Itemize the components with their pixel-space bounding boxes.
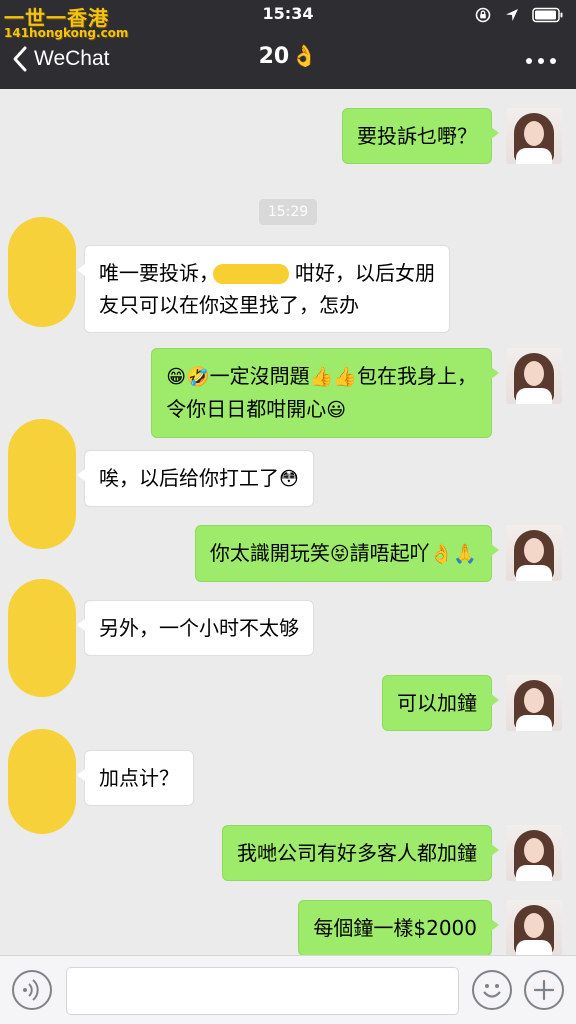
avatar-redacted[interactable] (8, 579, 76, 697)
message-line: 😁🤣一定沒問題👍👍包在我身上， (166, 360, 477, 393)
message-bubble-incoming[interactable]: 唉，以后给你打工了😳 (77, 450, 314, 507)
ok-hand-emoji: 👌 (291, 44, 318, 68)
more-button[interactable] (524, 50, 558, 70)
message-text: 請唔起吖 (349, 541, 430, 565)
flushed-emoji: 😳 (279, 468, 299, 490)
status-icons (474, 6, 564, 24)
message-bubble-outgoing[interactable]: 😁🤣一定沒問題👍👍包在我身上， 令你日日都咁開心😃 (151, 348, 499, 438)
input-bar (0, 955, 576, 1024)
plus-button[interactable] (524, 970, 564, 1010)
message-text: 你太識開玩笑 (209, 541, 330, 565)
status-bar: 一世一香港 141hongkong.com 15:34 (0, 0, 576, 40)
message-bubble-incoming[interactable]: 另外，一个小时不太够 (77, 600, 314, 656)
chat-timestamp: 15:29 (259, 199, 317, 225)
battery-icon (532, 7, 563, 23)
message-bubble-incoming[interactable]: 加点计？ (77, 750, 194, 806)
voice-button[interactable] (12, 970, 52, 1010)
message-text: 唯一要投诉， (99, 261, 219, 285)
avatar[interactable] (506, 675, 562, 731)
avatar[interactable] (506, 525, 562, 581)
avatar[interactable] (506, 825, 562, 881)
emoji-icon (483, 984, 501, 998)
message-text: 每個鐘一樣$2000 (313, 916, 477, 940)
message-text: 包在我身上， (357, 364, 477, 388)
message-text: 一定沒問題 (209, 364, 310, 388)
message-bubble-outgoing[interactable]: 可以加鐘 (382, 675, 499, 731)
message-bubble-incoming[interactable]: 唯一要投诉， 咁好，以后女朋 友只可以在你这里找了，怎办 (77, 245, 450, 333)
chat-title-text: 20 (258, 44, 290, 69)
message-text: 加点计？ (99, 766, 179, 790)
message-line: 令你日日都咁開心😃 (166, 393, 477, 426)
avatar-redacted[interactable] (8, 729, 76, 834)
avatar-redacted[interactable] (8, 419, 76, 549)
message-text: 可以加鐘 (397, 691, 477, 715)
message-text: 唉，以后给你打工了 (99, 466, 279, 490)
message-text: 要投訴乜嘢？ (357, 124, 477, 148)
more-icon-dot (538, 58, 544, 64)
voice-icon (23, 979, 39, 1001)
message-text: 令你日日都咁開心 (166, 397, 327, 421)
grin-emoji: 😁🤣 (166, 366, 210, 388)
message-bubble-outgoing[interactable]: 每個鐘一樣$2000 (298, 900, 499, 955)
watermark-url: 141hongkong.com (4, 26, 129, 40)
emoji-button[interactable] (472, 970, 512, 1010)
redaction-mark (213, 264, 289, 284)
top-bar: 一世一香港 141hongkong.com 15:34 WeChat 20👌 (0, 0, 576, 89)
message-text: 咁好，以后女朋 (295, 261, 435, 285)
message-input[interactable] (66, 967, 459, 1015)
plus-icon (533, 979, 555, 1001)
tongue-emoji: 😝 (329, 543, 350, 565)
avatar-redacted[interactable] (8, 217, 76, 327)
rotation-lock-icon (475, 7, 491, 23)
thumbs-up-emoji: 👍👍 (309, 366, 357, 388)
message-line: 唯一要投诉， 咁好，以后女朋 (99, 257, 435, 289)
chat-title: 20👌 (0, 44, 576, 69)
location-arrow-icon (506, 9, 518, 21)
smile-emoji: 😃 (326, 399, 347, 421)
pray-emoji: 👌🙏 (429, 543, 477, 565)
more-icon-dot (526, 58, 532, 64)
avatar[interactable] (506, 900, 562, 955)
message-bubble-outgoing[interactable]: 要投訴乜嘢？ (342, 108, 499, 164)
message-text: 我哋公司有好多客人都加鐘 (237, 841, 477, 865)
chat-area[interactable]: 要投訴乜嘢？ 15:29 唯一要投诉， 咁好，以后女朋 友只可以在你这里找了，怎办… (0, 89, 576, 955)
message-text: 另外，一个小时不太够 (99, 616, 299, 640)
message-text: 友只可以在你这里找了，怎办 (99, 293, 359, 317)
avatar[interactable] (506, 108, 562, 164)
message-bubble-outgoing[interactable]: 你太識開玩笑😝請唔起吖👌🙏 (194, 525, 500, 582)
more-icon-dot (550, 58, 556, 64)
message-bubble-outgoing[interactable]: 我哋公司有好多客人都加鐘 (222, 825, 499, 881)
avatar[interactable] (506, 348, 562, 404)
